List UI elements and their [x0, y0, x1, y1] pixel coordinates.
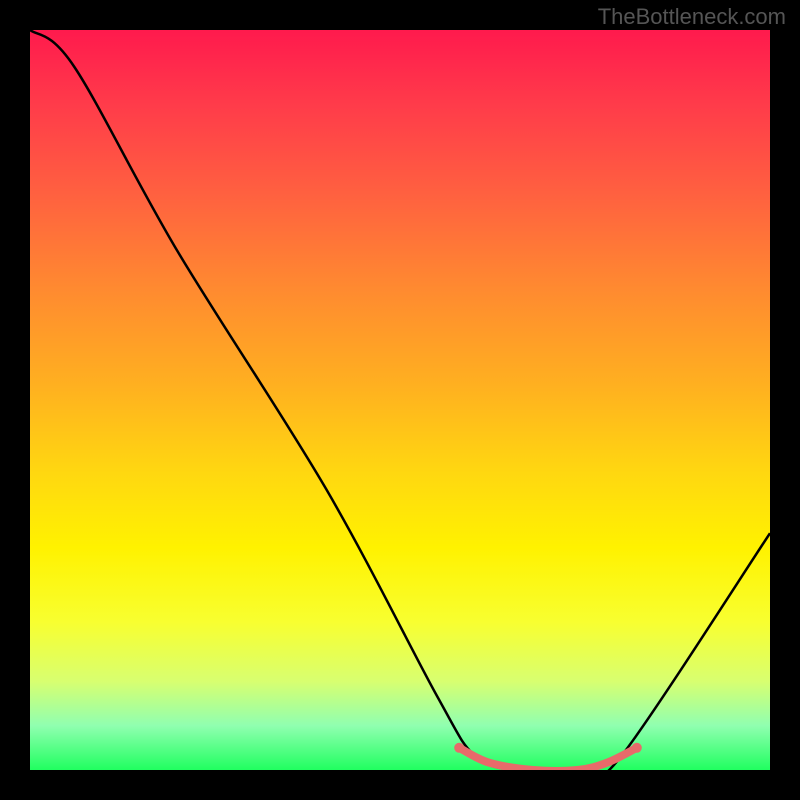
- highlight-dots: [454, 743, 642, 753]
- optimal-range-highlight: [459, 748, 637, 770]
- plot-area: [30, 30, 770, 770]
- watermark-text: TheBottleneck.com: [598, 4, 786, 30]
- bottleneck-curve: [30, 30, 770, 770]
- curve-layer: [30, 30, 770, 770]
